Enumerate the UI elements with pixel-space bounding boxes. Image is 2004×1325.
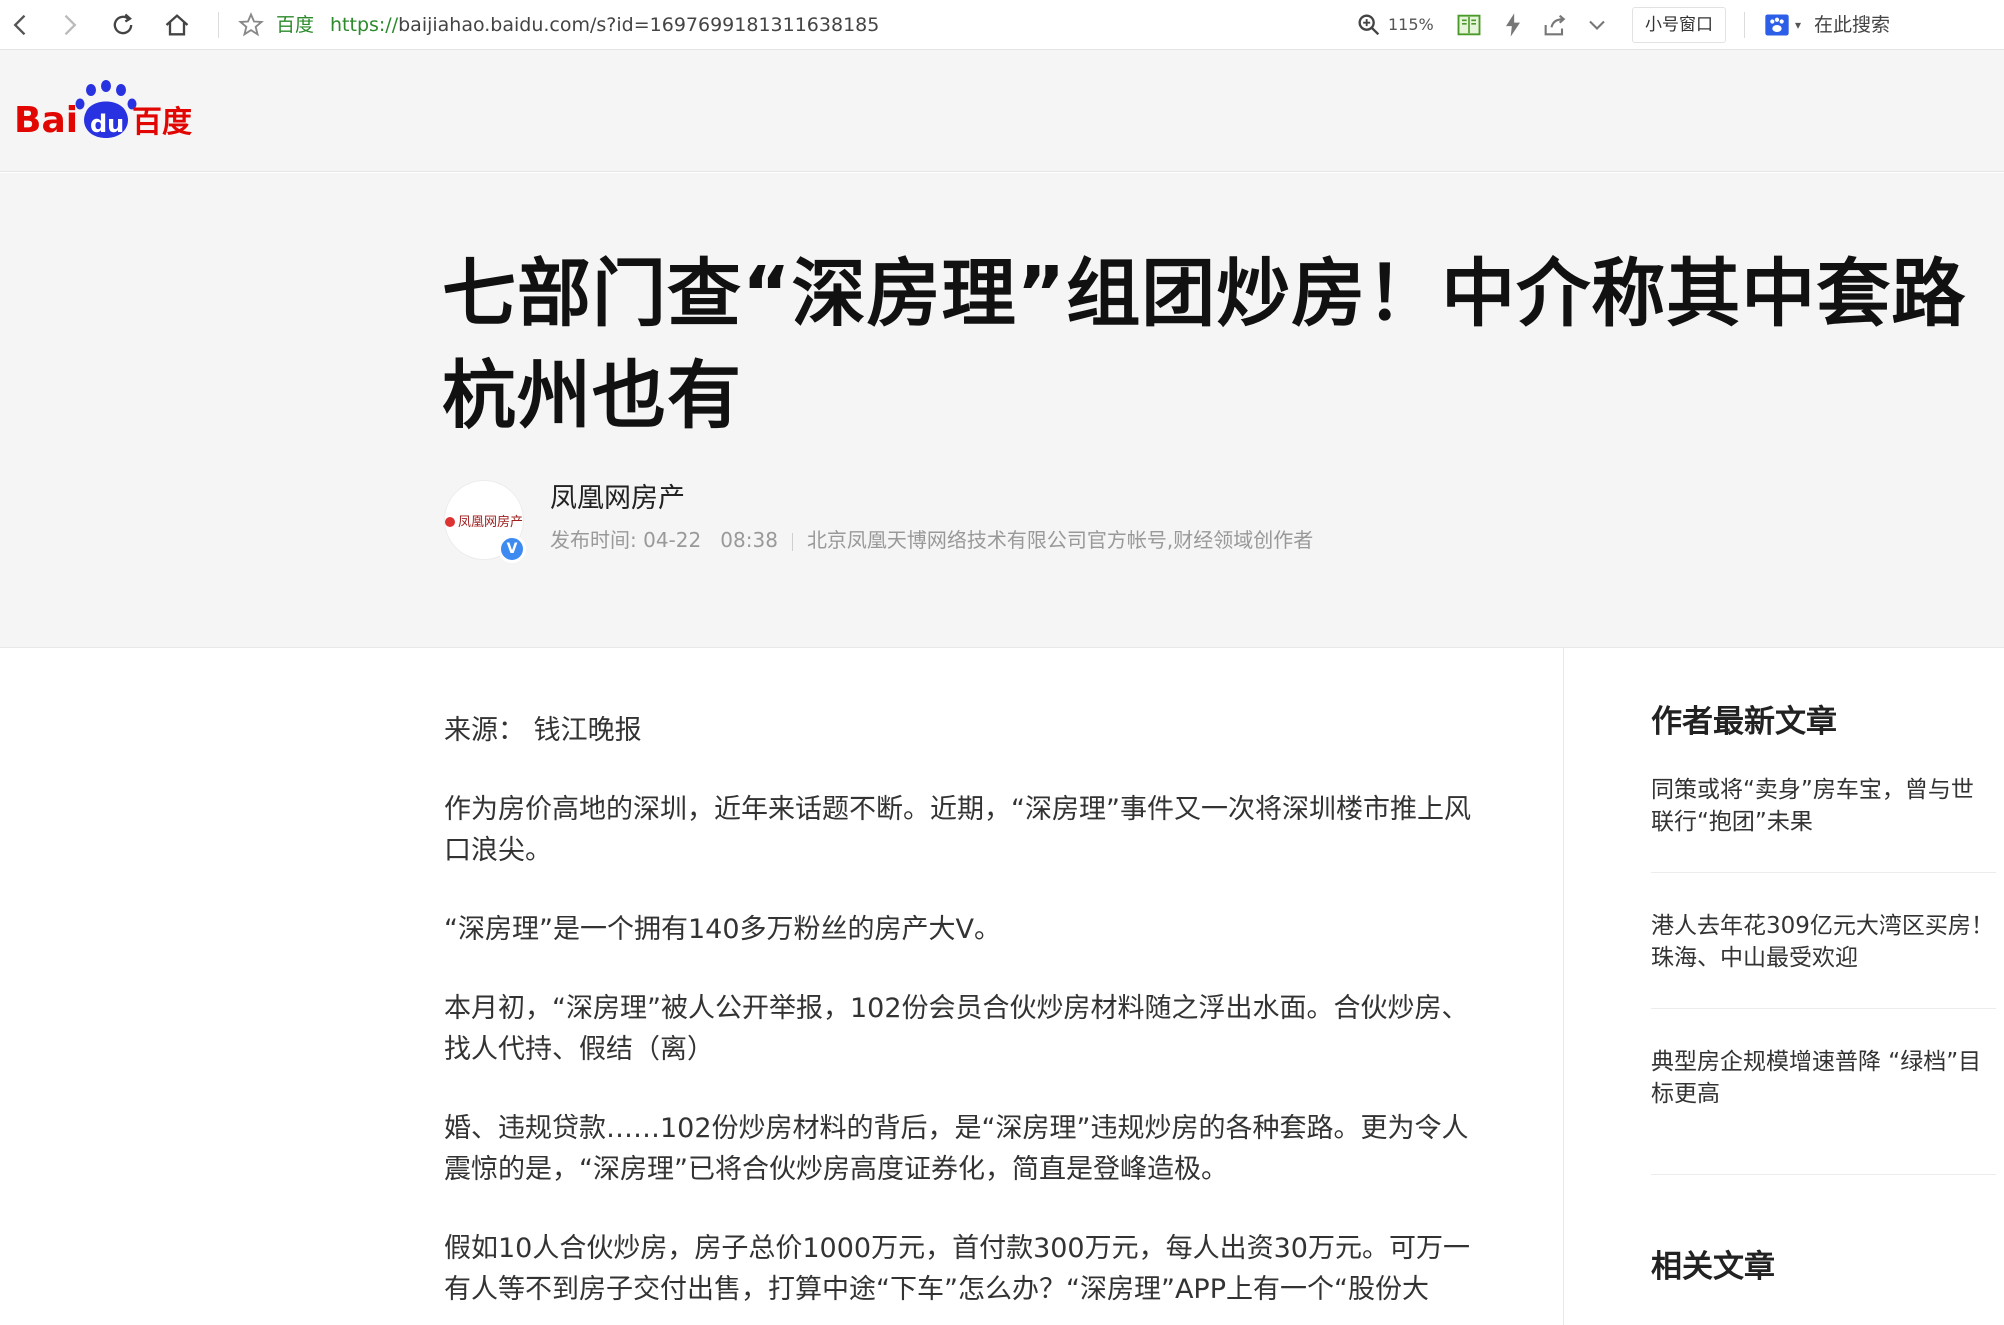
latest-articles-heading: 作者最新文章 bbox=[1651, 704, 1837, 740]
latest-article-link[interactable]: 港人去年花309亿元大湾区买房！珠海、中山最受欢迎 bbox=[1651, 910, 1996, 1009]
article-hero: 七部门查“深房理”组团炒房！中介称其中套路杭州也有 凤凰网房产 V 凤凰网房产 … bbox=[0, 173, 2004, 648]
article-paragraph: 作为房价高地的深圳，近年来话题不断。近期，“深房理”事件又一次将深圳楼市推上风口… bbox=[444, 794, 1471, 866]
svg-text:du: du bbox=[90, 110, 124, 138]
related-articles-heading: 相关文章 bbox=[1651, 1249, 1775, 1285]
lightning-icon[interactable] bbox=[1496, 8, 1530, 42]
svg-text:百度: 百度 bbox=[132, 105, 192, 140]
meta-divider bbox=[791, 532, 793, 551]
article-meta: 发布时间: 04-22 08:38 北京凤凰天博网络技术有限公司官方帐号,财经领域… bbox=[550, 525, 1313, 555]
site-label: 百度 bbox=[276, 14, 315, 36]
article-paragraph: 假如10人合伙炒房，房子总价1000万元，首付款300万元，每人出资30万元。可… bbox=[444, 1233, 1470, 1305]
article-body: 来源： 钱江晚报 作为房价高地的深圳，近年来话题不断。近期，“深房理”事件又一次… bbox=[444, 710, 1484, 1325]
site-header: Bai du 百度 bbox=[0, 50, 2004, 172]
svg-text:Bai: Bai bbox=[14, 100, 78, 141]
toolbar-divider bbox=[1744, 12, 1745, 38]
sidebar: 作者最新文章 同策或将“卖身”房车宝，曾与世联行“抱团”未果 港人去年花309亿… bbox=[1651, 700, 1996, 1319]
article-paragraph: 本月初，“深房理”被人公开举报，102份会员合伙炒房材料随之浮出水面。合伙炒房、… bbox=[444, 993, 1469, 1065]
search-input[interactable]: 在此搜索 bbox=[1814, 12, 1890, 38]
url-scheme: https:// bbox=[330, 14, 399, 36]
zoom-level[interactable]: 115% bbox=[1388, 12, 1434, 38]
author-name[interactable]: 凤凰网房产 bbox=[550, 481, 685, 517]
article-title: 七部门查“深房理”组团炒房！中介称其中套路杭州也有 bbox=[442, 251, 1967, 439]
author-description: 北京凤凰天博网络技术有限公司官方帐号,财经领域创作者 bbox=[806, 528, 1314, 552]
address-bar[interactable]: https://baijiahao.baidu.com/s?id=1697699… bbox=[330, 12, 879, 38]
share-icon[interactable] bbox=[1538, 8, 1572, 42]
url-path: baijiahao.baidu.com/s?id=169769918131163… bbox=[398, 14, 880, 36]
article-paragraph: “深房理”是一个拥有140多万粉丝的房产大V。 bbox=[444, 914, 1001, 945]
browser-toolbar: 百度 https://baijiahao.baidu.com/s?id=1697… bbox=[0, 0, 2004, 50]
engine-dropdown-icon[interactable]: ▾ bbox=[1795, 12, 1801, 38]
chevron-down-icon[interactable] bbox=[1580, 8, 1614, 42]
back-icon[interactable] bbox=[4, 8, 38, 42]
refresh-icon[interactable] bbox=[106, 8, 140, 42]
latest-article-link[interactable]: 典型房企规模增速普降 “绿档”目标更高 bbox=[1651, 1046, 1996, 1175]
zoom-icon[interactable] bbox=[1352, 8, 1386, 42]
forward-icon[interactable] bbox=[52, 8, 86, 42]
toolbar-divider bbox=[218, 12, 219, 38]
verified-badge-icon: V bbox=[498, 535, 526, 563]
article-paragraph: 婚、违规贷款……102份炒房材料的背后，是“深房理”违规炒房的各种套路。更为令人… bbox=[444, 1113, 1469, 1185]
baidu-logo[interactable]: Bai du 百度 bbox=[14, 78, 194, 142]
publish-date: 发布时间: 04-22 bbox=[550, 528, 702, 552]
article-paragraph: 来源： 钱江晚报 bbox=[444, 715, 642, 746]
author-avatar-logo: 凤凰网房产 bbox=[445, 511, 523, 530]
home-icon[interactable] bbox=[160, 8, 194, 42]
reader-mode-icon[interactable] bbox=[1452, 8, 1486, 42]
column-divider bbox=[1563, 648, 1564, 1325]
small-window-button[interactable]: 小号窗口 bbox=[1632, 7, 1726, 43]
latest-article-link[interactable]: 同策或将“卖身”房车宝，曾与世联行“抱团”未果 bbox=[1651, 774, 1996, 873]
baidu-paw-search-icon[interactable] bbox=[1760, 8, 1794, 42]
publish-time: 08:38 bbox=[720, 528, 778, 552]
star-icon[interactable] bbox=[234, 8, 268, 42]
